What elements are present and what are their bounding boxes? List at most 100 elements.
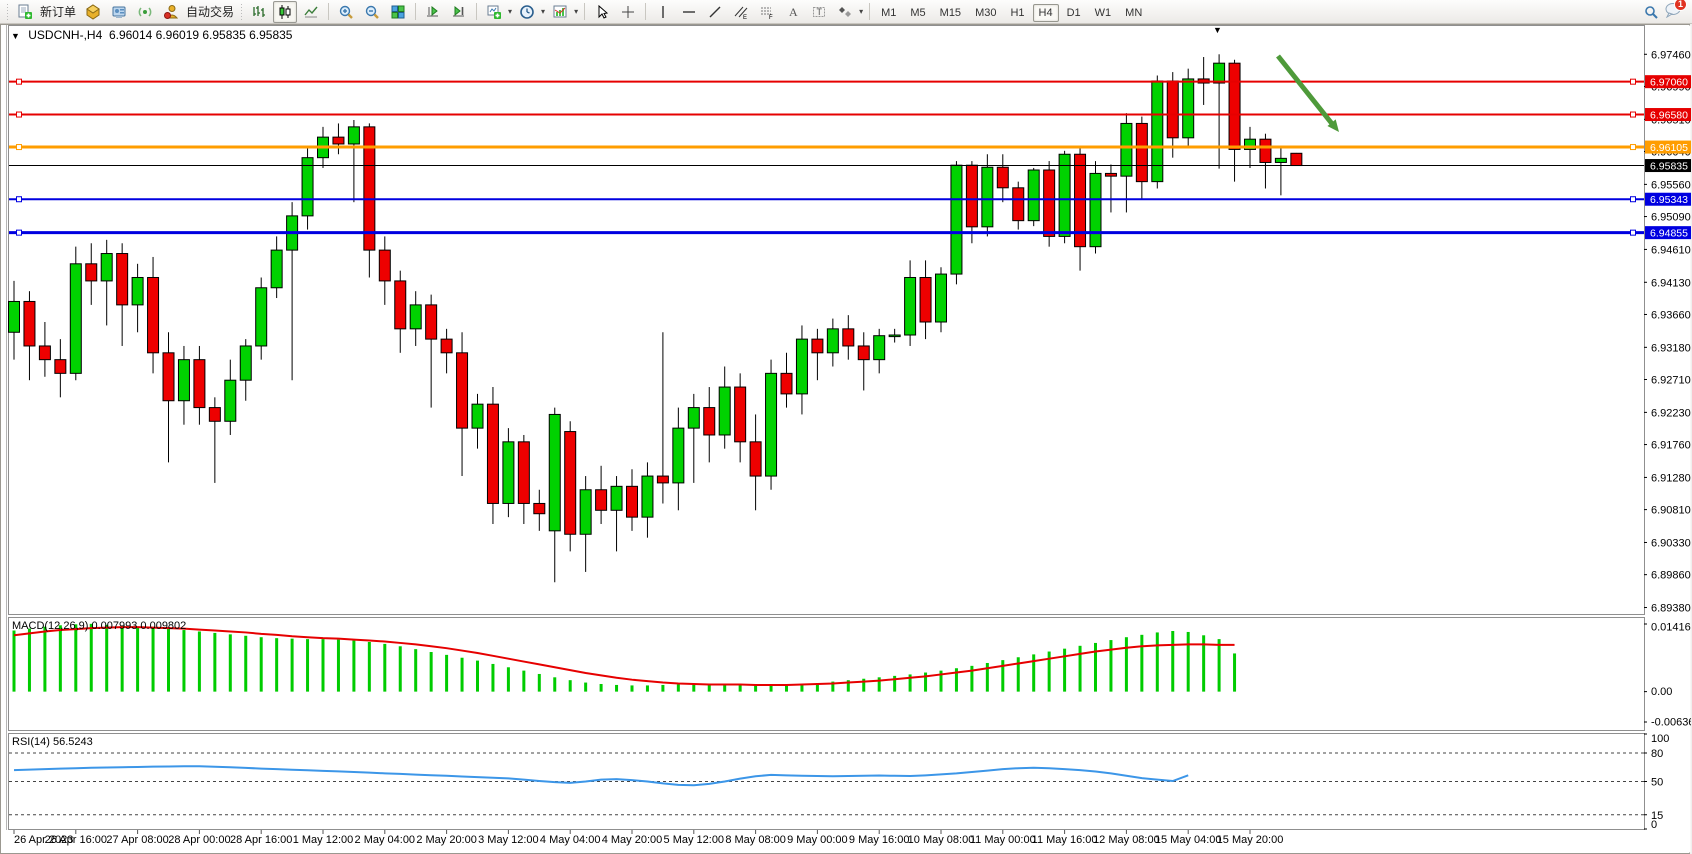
svg-text:50: 50 bbox=[1651, 777, 1663, 789]
svg-text:6.90810: 6.90810 bbox=[1651, 505, 1691, 517]
vertical-line-button[interactable] bbox=[651, 1, 675, 23]
horizontal-line-icon bbox=[681, 4, 697, 20]
text-icon: A bbox=[785, 4, 801, 20]
chart-corner-arrow[interactable]: ▼ bbox=[1213, 25, 1222, 35]
chart-shift-button[interactable] bbox=[447, 1, 471, 23]
svg-text:6.92230: 6.92230 bbox=[1651, 407, 1691, 419]
tile-windows-button[interactable] bbox=[386, 1, 410, 23]
svg-text:6.97460: 6.97460 bbox=[1651, 49, 1691, 61]
cursor-icon bbox=[594, 4, 610, 20]
svg-text:0.00: 0.00 bbox=[1651, 686, 1672, 698]
timeframe-m15[interactable]: M15 bbox=[934, 4, 967, 22]
timeframe-h1[interactable]: H1 bbox=[1004, 4, 1030, 22]
text-label-button[interactable]: T bbox=[807, 1, 831, 23]
zoom-in-icon bbox=[338, 4, 354, 20]
indicators-button[interactable] bbox=[548, 1, 572, 23]
bar-chart-button[interactable] bbox=[247, 1, 271, 23]
signal-icon bbox=[137, 4, 153, 20]
svg-text:28 Apr 00:00: 28 Apr 00:00 bbox=[168, 834, 230, 846]
timeframe-m30[interactable]: M30 bbox=[969, 4, 1002, 22]
svg-text:10 May 08:00: 10 May 08:00 bbox=[908, 834, 975, 846]
svg-text:2 May 04:00: 2 May 04:00 bbox=[355, 834, 416, 846]
timeframe-mn[interactable]: MN bbox=[1119, 4, 1148, 22]
crosshair-button[interactable] bbox=[616, 1, 640, 23]
svg-text:6.95090: 6.95090 bbox=[1651, 212, 1691, 224]
market-button[interactable] bbox=[81, 1, 105, 23]
symbol-dropdown-icon[interactable]: ▼ bbox=[11, 31, 20, 41]
chart-ohlc-label: 6.96014 6.96019 6.95835 6.95835 bbox=[109, 28, 293, 42]
equidistant-channel-button[interactable]: E bbox=[729, 1, 753, 23]
cursor-button[interactable] bbox=[590, 1, 614, 23]
chart-canvas[interactable]: 6.974606.969906.965106.960406.955606.950… bbox=[1, 25, 1691, 853]
arrows-button[interactable] bbox=[833, 1, 857, 23]
timeframe-w1[interactable]: W1 bbox=[1089, 4, 1118, 22]
indicators-caret[interactable]: ▾ bbox=[574, 7, 578, 16]
auto-scroll-button[interactable] bbox=[421, 1, 445, 23]
toolbar-grip[interactable] bbox=[6, 4, 10, 20]
fibonacci-button[interactable]: F bbox=[755, 1, 779, 23]
new-chart-icon bbox=[486, 4, 502, 20]
svg-text:6.96105: 6.96105 bbox=[1650, 142, 1688, 154]
svg-text:6.91760: 6.91760 bbox=[1651, 440, 1691, 452]
svg-text:12 May 08:00: 12 May 08:00 bbox=[1093, 834, 1160, 846]
svg-text:15 May 20:00: 15 May 20:00 bbox=[1217, 834, 1284, 846]
main-toolbar: 新订单 自动交易 bbox=[0, 0, 1692, 24]
line-chart-button[interactable] bbox=[299, 1, 323, 23]
auto-scroll-icon bbox=[425, 4, 441, 20]
pane-frames bbox=[2, 25, 1691, 853]
timeframe-m1[interactable]: M1 bbox=[875, 4, 902, 22]
svg-text:3 May 12:00: 3 May 12:00 bbox=[478, 834, 539, 846]
timeframe-h4[interactable]: H4 bbox=[1033, 4, 1059, 22]
gold-cube-icon bbox=[85, 4, 101, 20]
bar-chart-icon bbox=[251, 4, 267, 20]
timeframe-m5[interactable]: M5 bbox=[904, 4, 931, 22]
auto-trading-label[interactable]: 自动交易 bbox=[186, 3, 234, 20]
new-order-label[interactable]: 新订单 bbox=[40, 3, 76, 20]
svg-text:6.91280: 6.91280 bbox=[1651, 472, 1691, 484]
zoom-in-button[interactable] bbox=[334, 1, 358, 23]
text-button[interactable]: A bbox=[781, 1, 805, 23]
new-order-button[interactable] bbox=[13, 1, 37, 23]
svg-text:11 May 16:00: 11 May 16:00 bbox=[1032, 834, 1098, 846]
signals-button[interactable] bbox=[133, 1, 157, 23]
notifications-button[interactable]: 1 bbox=[1664, 2, 1682, 21]
candlestick-chart-icon bbox=[277, 4, 293, 20]
auto-trading-button[interactable] bbox=[159, 1, 183, 23]
svg-text:9 May 00:00: 9 May 00:00 bbox=[787, 834, 848, 846]
editor-icon bbox=[111, 4, 127, 20]
new-chart-caret[interactable]: ▾ bbox=[508, 7, 512, 16]
svg-text:0.014167: 0.014167 bbox=[1651, 622, 1691, 634]
svg-text:A: A bbox=[789, 5, 798, 19]
crosshair-icon bbox=[620, 4, 636, 20]
horizontal-line-button[interactable] bbox=[677, 1, 701, 23]
timeframe-d1[interactable]: D1 bbox=[1061, 4, 1087, 22]
svg-text:27 Apr 08:00: 27 Apr 08:00 bbox=[106, 834, 168, 846]
arrows-caret[interactable]: ▾ bbox=[859, 7, 863, 16]
fibonacci-icon: F bbox=[759, 4, 775, 20]
search-icon bbox=[1643, 4, 1659, 20]
candlestick-chart-button[interactable] bbox=[273, 1, 297, 23]
new-order-icon bbox=[17, 4, 33, 20]
svg-text:100: 100 bbox=[1651, 733, 1669, 745]
svg-text:6.89380: 6.89380 bbox=[1651, 603, 1691, 615]
periods-button[interactable] bbox=[515, 1, 539, 23]
vertical-line-icon bbox=[655, 4, 671, 20]
auto-trading-icon bbox=[163, 4, 179, 20]
zoom-out-button[interactable] bbox=[360, 1, 384, 23]
line-chart-icon bbox=[303, 4, 319, 20]
svg-text:28 Apr 16:00: 28 Apr 16:00 bbox=[230, 834, 292, 846]
svg-text:4 May 04:00: 4 May 04:00 bbox=[540, 834, 601, 846]
metaeditor-button[interactable] bbox=[107, 1, 131, 23]
indicators-icon bbox=[552, 4, 568, 20]
svg-text:9 May 16:00: 9 May 16:00 bbox=[849, 834, 910, 846]
svg-text:0: 0 bbox=[1651, 819, 1657, 831]
periods-caret[interactable]: ▾ bbox=[541, 7, 545, 16]
new-chart-button[interactable] bbox=[482, 1, 506, 23]
toolbar-grip[interactable] bbox=[240, 4, 244, 20]
toolbar-right: 1 bbox=[1638, 1, 1688, 23]
svg-text:80: 80 bbox=[1651, 748, 1663, 760]
svg-text:6.96580: 6.96580 bbox=[1650, 110, 1688, 122]
macd-indicator-label: MACD(12,26,9) 0.007993 0.009802 bbox=[12, 620, 186, 632]
trendline-button[interactable] bbox=[703, 1, 727, 23]
search-button[interactable] bbox=[1639, 1, 1663, 23]
